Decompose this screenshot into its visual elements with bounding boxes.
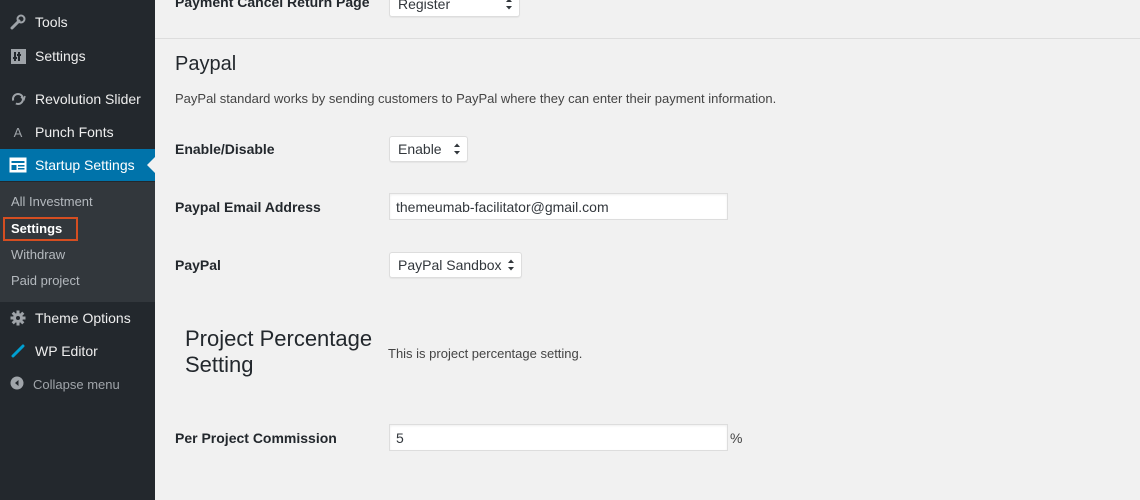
startup-settings-submenu: All Investment Settings Withdraw Paid pr… bbox=[0, 182, 155, 302]
paypal-section-title: Paypal bbox=[175, 53, 237, 75]
commission-value: 5 bbox=[396, 429, 404, 446]
admin-sidebar: Tools Settings Revolution Slider A Punch… bbox=[0, 0, 155, 500]
paypal-email-label: Paypal Email Address bbox=[175, 199, 321, 215]
menu-item-label: WP Editor bbox=[35, 343, 98, 359]
menu-item-startup-settings[interactable]: Startup Settings bbox=[0, 149, 155, 181]
gear-icon bbox=[8, 308, 28, 328]
settings-icon bbox=[8, 46, 28, 66]
font-icon: A bbox=[13, 124, 23, 140]
collapse-menu-button[interactable]: Collapse menu bbox=[0, 372, 155, 396]
collapse-arrow-icon bbox=[10, 376, 26, 392]
active-menu-arrow bbox=[147, 157, 155, 173]
menu-item-label: Settings bbox=[35, 48, 86, 64]
enable-disable-value: Enable bbox=[398, 141, 442, 157]
settings-content: Payment Cancel Return Page Register Payp… bbox=[155, 0, 1140, 500]
menu-item-punch-fonts[interactable]: A Punch Fonts bbox=[0, 116, 155, 148]
submenu-item-all-investment[interactable]: All Investment bbox=[11, 194, 93, 209]
paypal-email-value: themeumab-facilitator@gmail.com bbox=[396, 198, 609, 215]
menu-item-label: Revolution Slider bbox=[35, 91, 141, 107]
collapse-menu-label: Collapse menu bbox=[33, 376, 120, 392]
select-arrows-icon bbox=[508, 259, 514, 271]
paypal-section-description: PayPal standard works by sending custome… bbox=[175, 91, 777, 106]
menu-item-label: Tools bbox=[35, 14, 68, 30]
submenu-item-paid-project[interactable]: Paid project bbox=[11, 273, 80, 288]
cancel-return-select[interactable]: Register bbox=[389, 0, 520, 17]
commission-label: Per Project Commission bbox=[175, 430, 337, 446]
menu-item-tools[interactable]: Tools bbox=[0, 6, 155, 38]
paypal-mode-label: PayPal bbox=[175, 257, 221, 273]
cancel-return-value: Register bbox=[398, 0, 451, 12]
percentage-section-title: Project Percentage Setting bbox=[185, 326, 373, 377]
menu-item-revolution-slider[interactable]: Revolution Slider bbox=[0, 83, 155, 115]
select-arrows-icon bbox=[454, 143, 460, 155]
commission-input[interactable]: 5 bbox=[389, 424, 728, 451]
select-arrows-icon bbox=[506, 0, 512, 10]
submenu-item-withdraw[interactable]: Withdraw bbox=[11, 247, 65, 262]
enable-disable-select[interactable]: Enable bbox=[389, 136, 468, 162]
paypal-email-input[interactable]: themeumab-facilitator@gmail.com bbox=[389, 193, 728, 220]
wrench-icon bbox=[8, 12, 28, 32]
percentage-section-description: This is project percentage setting. bbox=[388, 346, 583, 361]
current-item-highlight bbox=[3, 217, 78, 241]
paypal-mode-select[interactable]: PayPal Sandbox bbox=[389, 252, 522, 278]
menu-item-label: Punch Fonts bbox=[35, 124, 114, 140]
commission-unit: % bbox=[730, 430, 743, 446]
menu-item-label: Theme Options bbox=[35, 310, 131, 326]
menu-item-label: Startup Settings bbox=[35, 157, 135, 173]
cancel-return-label: Payment Cancel Return Page bbox=[175, 0, 370, 10]
enable-disable-label: Enable/Disable bbox=[175, 141, 275, 157]
menu-item-theme-options[interactable]: Theme Options bbox=[0, 302, 155, 334]
section-divider bbox=[155, 38, 1140, 39]
menu-item-wp-editor[interactable]: WP Editor bbox=[0, 335, 155, 367]
pencil-icon bbox=[8, 341, 28, 361]
paypal-mode-value: PayPal Sandbox bbox=[398, 257, 502, 273]
window-icon bbox=[8, 155, 28, 175]
refresh-icon bbox=[8, 89, 28, 109]
menu-item-settings[interactable]: Settings bbox=[0, 40, 155, 72]
